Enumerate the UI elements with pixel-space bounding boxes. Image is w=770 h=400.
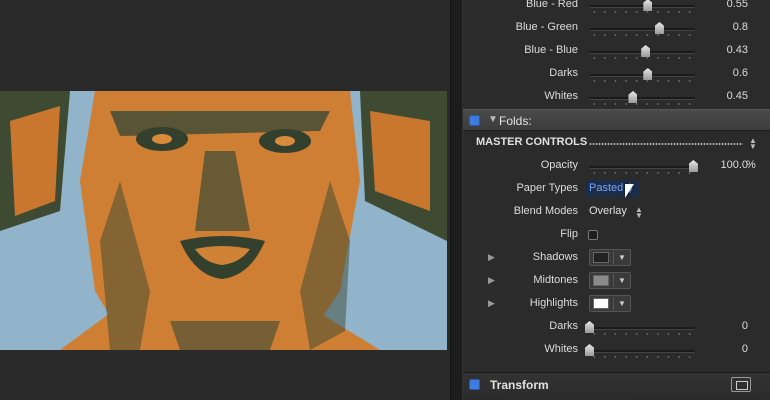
param-row-darks: Darks 0.6 <box>463 63 770 86</box>
slider-thumb[interactable] <box>688 160 698 172</box>
param-row-flip: Flip <box>463 224 770 247</box>
param-label: Blue - Green <box>515 21 578 33</box>
slider-thumb[interactable] <box>628 91 638 103</box>
triangle-right-icon[interactable]: ▶ <box>488 275 495 286</box>
param-label: Flip <box>560 228 578 240</box>
param-row-blue-red: Blue - Red 0.55 <box>463 0 770 17</box>
param-label: Blue - Blue <box>524 44 578 56</box>
slider-thumb[interactable] <box>585 344 594 356</box>
blue-red-slider[interactable] <box>589 0 695 17</box>
param-row-midtones: ▶ Midtones ▼ <box>463 270 770 293</box>
param-row-blue-blue: Blue - Blue 0.43 <box>463 40 770 63</box>
color-swatch <box>593 298 609 309</box>
folds-darks-slider[interactable] <box>585 316 695 339</box>
slider-thumb[interactable] <box>643 68 653 80</box>
param-value[interactable]: 0 <box>708 343 748 355</box>
param-unit: % <box>746 159 756 171</box>
triangle-right-icon[interactable]: ▶ <box>488 252 495 263</box>
flip-checkbox[interactable] <box>588 230 598 240</box>
slider-thumb[interactable] <box>641 45 651 57</box>
param-row-paper-types: Paper Types Pasted ▲ ▼ <box>463 178 770 201</box>
slider-thumb[interactable] <box>585 321 594 333</box>
blend-modes-popup[interactable]: Overlay <box>589 205 627 217</box>
dotted-leader <box>589 143 743 145</box>
param-value[interactable]: 0.45 <box>708 90 748 102</box>
color-swatch <box>593 275 609 286</box>
folds-whites-slider[interactable] <box>585 339 695 362</box>
param-value[interactable]: 0.6 <box>708 67 748 79</box>
viewer-image[interactable] <box>0 91 447 350</box>
folds-title: Folds: <box>499 114 532 128</box>
param-label: Opacity <box>540 159 578 171</box>
param-label: Midtones <box>533 274 578 286</box>
darks-slider[interactable] <box>589 63 695 86</box>
transform-title: Transform <box>490 378 549 392</box>
param-label: Whites <box>544 90 578 102</box>
param-row-folds-darks: Darks 0 <box>463 316 770 339</box>
param-label: Darks <box>549 320 578 332</box>
highlights-color-well[interactable]: ▼ <box>589 295 631 312</box>
master-controls-label: MASTER CONTROLS <box>476 136 588 148</box>
transform-section-header[interactable]: Transform <box>463 372 770 396</box>
triangle-down-icon[interactable]: ▼ <box>488 114 498 125</box>
blue-blue-slider[interactable] <box>589 40 695 63</box>
transform-onscreen-icon[interactable] <box>731 377 751 392</box>
viewer <box>0 0 450 400</box>
up-down-arrows-icon[interactable]: ▲ ▼ <box>635 206 643 220</box>
color-swatch <box>593 252 609 263</box>
blue-checkbox-icon[interactable] <box>469 115 480 126</box>
param-label: Whites <box>544 343 578 355</box>
param-label: Darks <box>549 67 578 79</box>
param-label: Shadows <box>532 251 578 263</box>
param-row-blend-modes: Blend Modes Overlay ▲ ▼ <box>463 201 770 224</box>
param-label: Blue - Red <box>526 0 578 10</box>
param-value[interactable]: 0.43 <box>708 44 748 56</box>
chevron-down-icon[interactable]: ▼ <box>618 276 626 285</box>
mouse-pointer-icon <box>625 184 634 198</box>
param-row-blue-green: Blue - Green 0.8 <box>463 17 770 40</box>
blue-green-slider[interactable] <box>589 17 695 40</box>
midtones-color-well[interactable]: ▼ <box>589 272 631 289</box>
triangle-right-icon[interactable]: ▶ <box>488 298 495 309</box>
param-row-highlights: ▶ Highlights ▼ <box>463 293 770 316</box>
param-row-whites: Whites 0.45 <box>463 86 770 109</box>
param-row-folds-whites: Whites 0 <box>463 339 770 362</box>
param-value[interactable]: 0.8 <box>708 21 748 33</box>
panel-divider[interactable] <box>450 0 463 400</box>
chevron-down-icon[interactable]: ▼ <box>618 299 626 308</box>
param-value[interactable]: 0 <box>708 320 748 332</box>
up-down-arrows-icon[interactable]: ▲ ▼ <box>749 137 757 151</box>
param-label: Paper Types <box>516 182 578 194</box>
master-controls-row[interactable]: MASTER CONTROLS ▲ ▼ <box>463 132 770 155</box>
param-value[interactable]: 0.55 <box>708 0 748 10</box>
inspector-panel: Blue - Red 0.55 Blue - Green 0.8 Blue - … <box>463 0 770 400</box>
chevron-down-icon[interactable]: ▼ <box>618 253 626 262</box>
slider-thumb[interactable] <box>654 22 664 34</box>
slider-thumb[interactable] <box>643 0 653 11</box>
opacity-slider[interactable] <box>589 155 698 178</box>
blue-checkbox-icon[interactable] <box>469 379 480 390</box>
whites-slider[interactable] <box>589 86 695 109</box>
poster-image <box>0 91 447 350</box>
param-row-opacity: Opacity 100.0 % <box>463 155 770 178</box>
param-value[interactable]: 100.0 <box>708 159 748 171</box>
param-label: Blend Modes <box>513 205 578 217</box>
param-label: Highlights <box>529 297 578 309</box>
popup-value: Pasted <box>589 182 624 194</box>
folds-section-header[interactable]: ▼ Folds: <box>463 109 770 131</box>
shadows-color-well[interactable]: ▼ <box>589 249 631 266</box>
param-row-shadows: ▶ Shadows ▼ <box>463 247 770 270</box>
